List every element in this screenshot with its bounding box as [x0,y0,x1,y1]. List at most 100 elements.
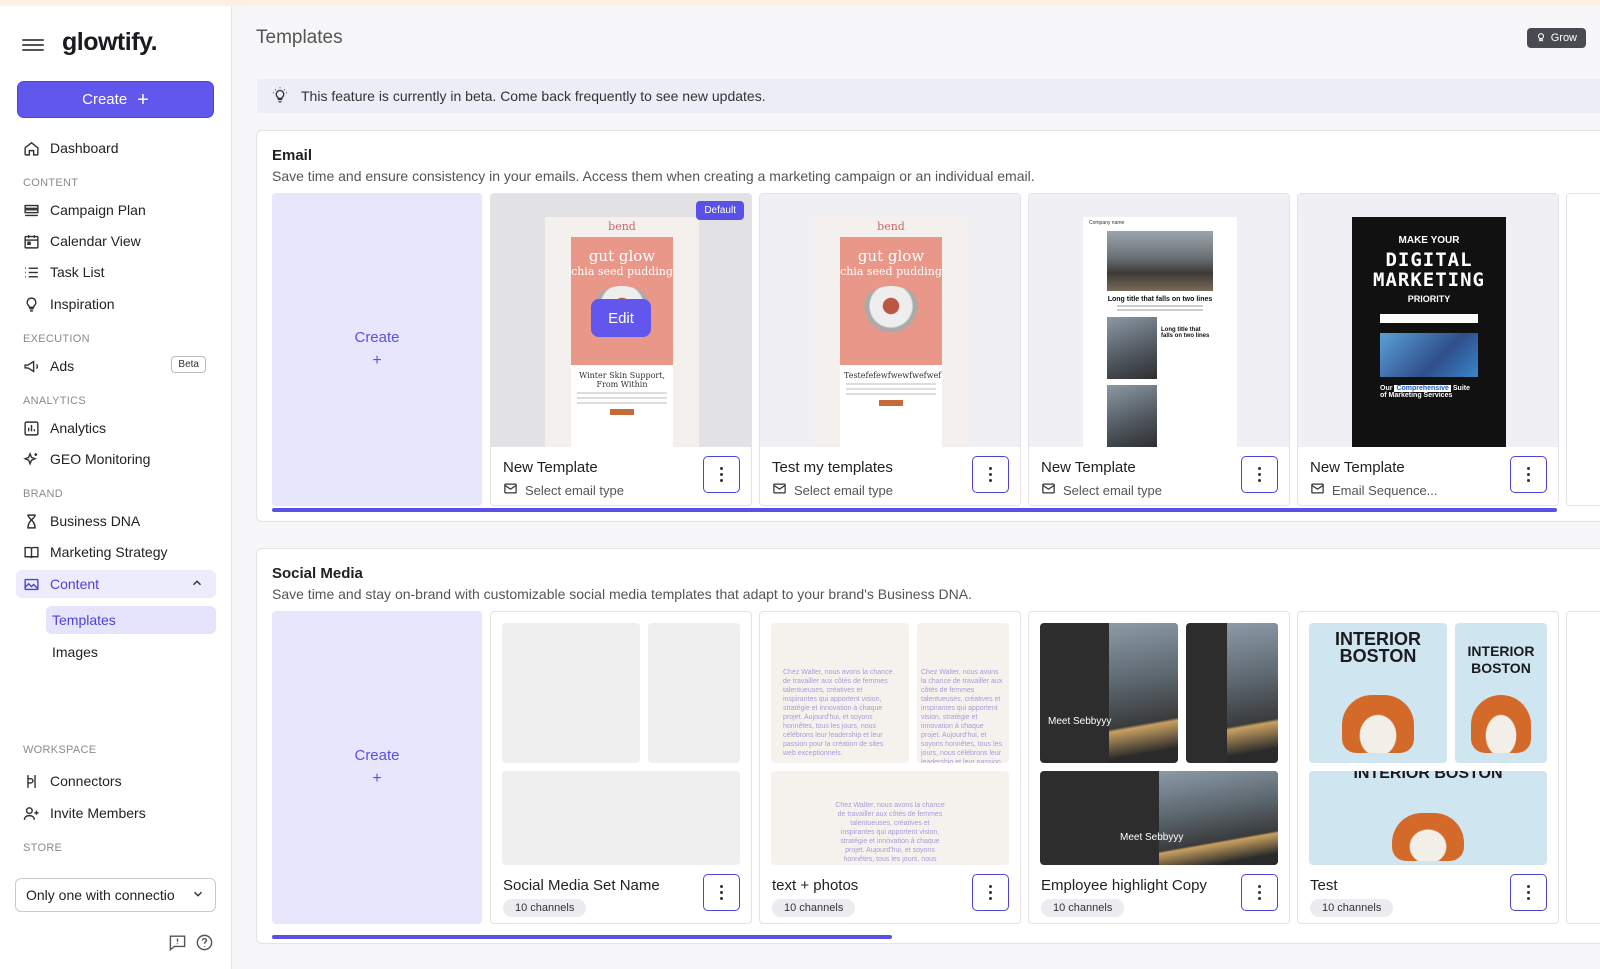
social-template-card[interactable]: Meet Sebbyyy Meet Sebbyyy Employee highl… [1028,611,1290,924]
sidebar-item-images[interactable]: Images [46,638,216,666]
sidebar-item-label: Content [50,576,100,592]
plus-icon: + [372,352,382,369]
sidebar-item-label: Ads [50,358,75,374]
preview-copy: Winter Skin Support, From Within [571,365,673,447]
template-type-label: Select email type [525,482,624,498]
sidebar-item-invite-members[interactable]: Invite Members [16,799,216,827]
template-thumbnail: INTERIOR BOSTON INTERIOR BOSTON INTERIOR… [1309,623,1547,865]
help-icon[interactable] [195,933,214,957]
sidebar-item-business-dna[interactable]: Business DNA [16,507,216,535]
preview-side-title: Long title that falls on two lines [1161,327,1210,339]
preview-video [1380,333,1478,377]
template-channels: 10 channels [503,899,587,917]
preview-employee-post: Meet Sebbyyy [1040,623,1178,763]
create-email-template-tile[interactable]: Create + [272,193,482,506]
template-type-label: Select email type [794,482,893,498]
preview-photo [1227,623,1278,763]
sidebar-item-marketing-strategy[interactable]: Marketing Strategy [16,538,216,566]
channels-badge: 10 channels [1310,899,1394,917]
chevron-up-icon[interactable] [190,576,204,593]
template-name: Test my templates [772,459,893,476]
more-options-button[interactable] [1510,874,1547,911]
grow-button[interactable]: Grow [1526,28,1586,48]
sidebar-item-templates[interactable]: Templates [46,606,216,634]
social-template-card[interactable]: Chez Walter, nous avons la chance de tra… [759,611,1021,924]
section-label-store: STORE [23,842,63,854]
more-options-button[interactable] [1510,456,1547,493]
email-template-card[interactable]: MAKE YOUR DIGITAL MARKETING PRIORITY Our… [1297,193,1559,506]
email-template-card[interactable]: bend gut glow chia seed pudding Testefef… [759,193,1021,506]
email-template-card[interactable]: Company name Long title that falls on tw… [1028,193,1290,506]
sidebar-item-geo-monitoring[interactable]: GEO Monitoring [16,445,216,473]
create-button[interactable]: Create + [17,81,214,118]
preview-product-post: INTERIOR BOSTON [1309,623,1447,763]
sidebar-item-campaign-plan[interactable]: Campaign Plan [16,196,216,224]
horizontal-scrollbar[interactable] [272,508,1557,512]
feedback-icon[interactable] [168,933,187,957]
footer-icons [168,933,214,957]
more-options-button[interactable] [1241,456,1278,493]
template-thumbnail: Chez Walter, nous avons la chance de tra… [771,623,1009,865]
beta-notice-text: This feature is currently in beta. Come … [301,88,766,104]
template-channels: 10 channels [1310,899,1394,917]
social-template-card[interactable]: Social Media Set Name 10 channels [490,611,752,924]
preview-subheadline: chia seed pudding [840,265,942,278]
sidebar-item-connectors[interactable]: Connectors [16,767,216,795]
preview-caption: Meet Sebbyyy [1048,716,1112,727]
sidebar-item-content[interactable]: Content [16,570,216,598]
store-select-value: Only one with connectio [26,887,175,903]
preview-caption: Meet Sebbyyy [1120,832,1184,843]
email-template-card-partial[interactable] [1566,193,1600,506]
preview-button [1380,314,1478,323]
sidebar-item-label: Marketing Strategy [50,544,168,560]
section-label-content: CONTENT [23,177,79,189]
more-options-button[interactable] [703,874,740,911]
sidebar-item-label: Business DNA [50,513,141,529]
sidebar-item-ads[interactable]: Ads Beta [16,352,216,380]
social-template-card[interactable]: INTERIOR BOSTON INTERIOR BOSTON INTERIOR… [1297,611,1559,924]
preview-footer-highlight: Comprehensive [1394,385,1451,392]
user-plus-icon [22,804,40,822]
email-templates-section: Email Save time and ensure consistency i… [256,130,1600,522]
more-vertical-icon [720,884,723,902]
sidebar-item-label: Task List [50,264,105,280]
preview-headline: INTERIOR BOSTON [1334,629,1421,666]
email-template-card[interactable]: bend gut glow chia seed pudding Winter S… [490,193,752,506]
horizontal-scrollbar[interactable] [272,935,892,939]
more-options-button[interactable] [1241,874,1278,911]
section-description: Save time and stay on-brand with customi… [272,586,972,602]
sidebar-item-analytics[interactable]: Analytics [16,414,216,442]
sidebar-item-dashboard[interactable]: Dashboard [16,134,216,162]
preview-text-post: Chez Walter, nous avons la chance de tra… [917,623,1009,763]
store-select[interactable]: Only one with connectio [15,878,216,912]
sidebar-item-task-list[interactable]: Task List [16,258,216,286]
template-thumbnail [502,623,740,865]
section-label-execution: EXECUTION [23,333,90,345]
more-options-button[interactable] [703,456,740,493]
plug-icon [22,772,40,790]
email-preview: MAKE YOUR DIGITAL MARKETING PRIORITY Our… [1352,217,1506,447]
sidebar-item-label: Calendar View [50,233,141,249]
hamburger-menu-icon[interactable] [22,36,44,52]
sidebar-item-label: Inspiration [50,296,115,312]
edit-button[interactable]: Edit [591,299,651,337]
preview-text-post: Chez Walter, nous avons la chance de tra… [771,771,1009,865]
preview-headline: gut glow [857,247,925,265]
channels-badge: 10 channels [503,899,587,917]
preview-product-post: INTERIOR BOSTON [1455,623,1547,763]
create-social-template-tile[interactable]: Create + [272,611,482,924]
sidebar-item-calendar-view[interactable]: Calendar View [16,227,216,255]
preview-headline: MAKE YOUR [1398,235,1460,246]
create-tile-label: Create [354,747,400,764]
section-title: Social Media [272,565,363,582]
sidebar-item-inspiration[interactable]: Inspiration [16,290,216,318]
social-template-card-partial[interactable] [1566,611,1600,924]
section-label-analytics: ANALYTICS [23,395,87,407]
email-preview: Company name Long title that falls on tw… [1083,217,1237,447]
beta-notice: This feature is currently in beta. Come … [257,79,1600,113]
preview-photo [1159,771,1278,865]
more-options-button[interactable] [972,874,1009,911]
more-options-button[interactable] [972,456,1009,493]
more-vertical-icon [1527,884,1530,902]
preview-photo [1109,623,1178,763]
